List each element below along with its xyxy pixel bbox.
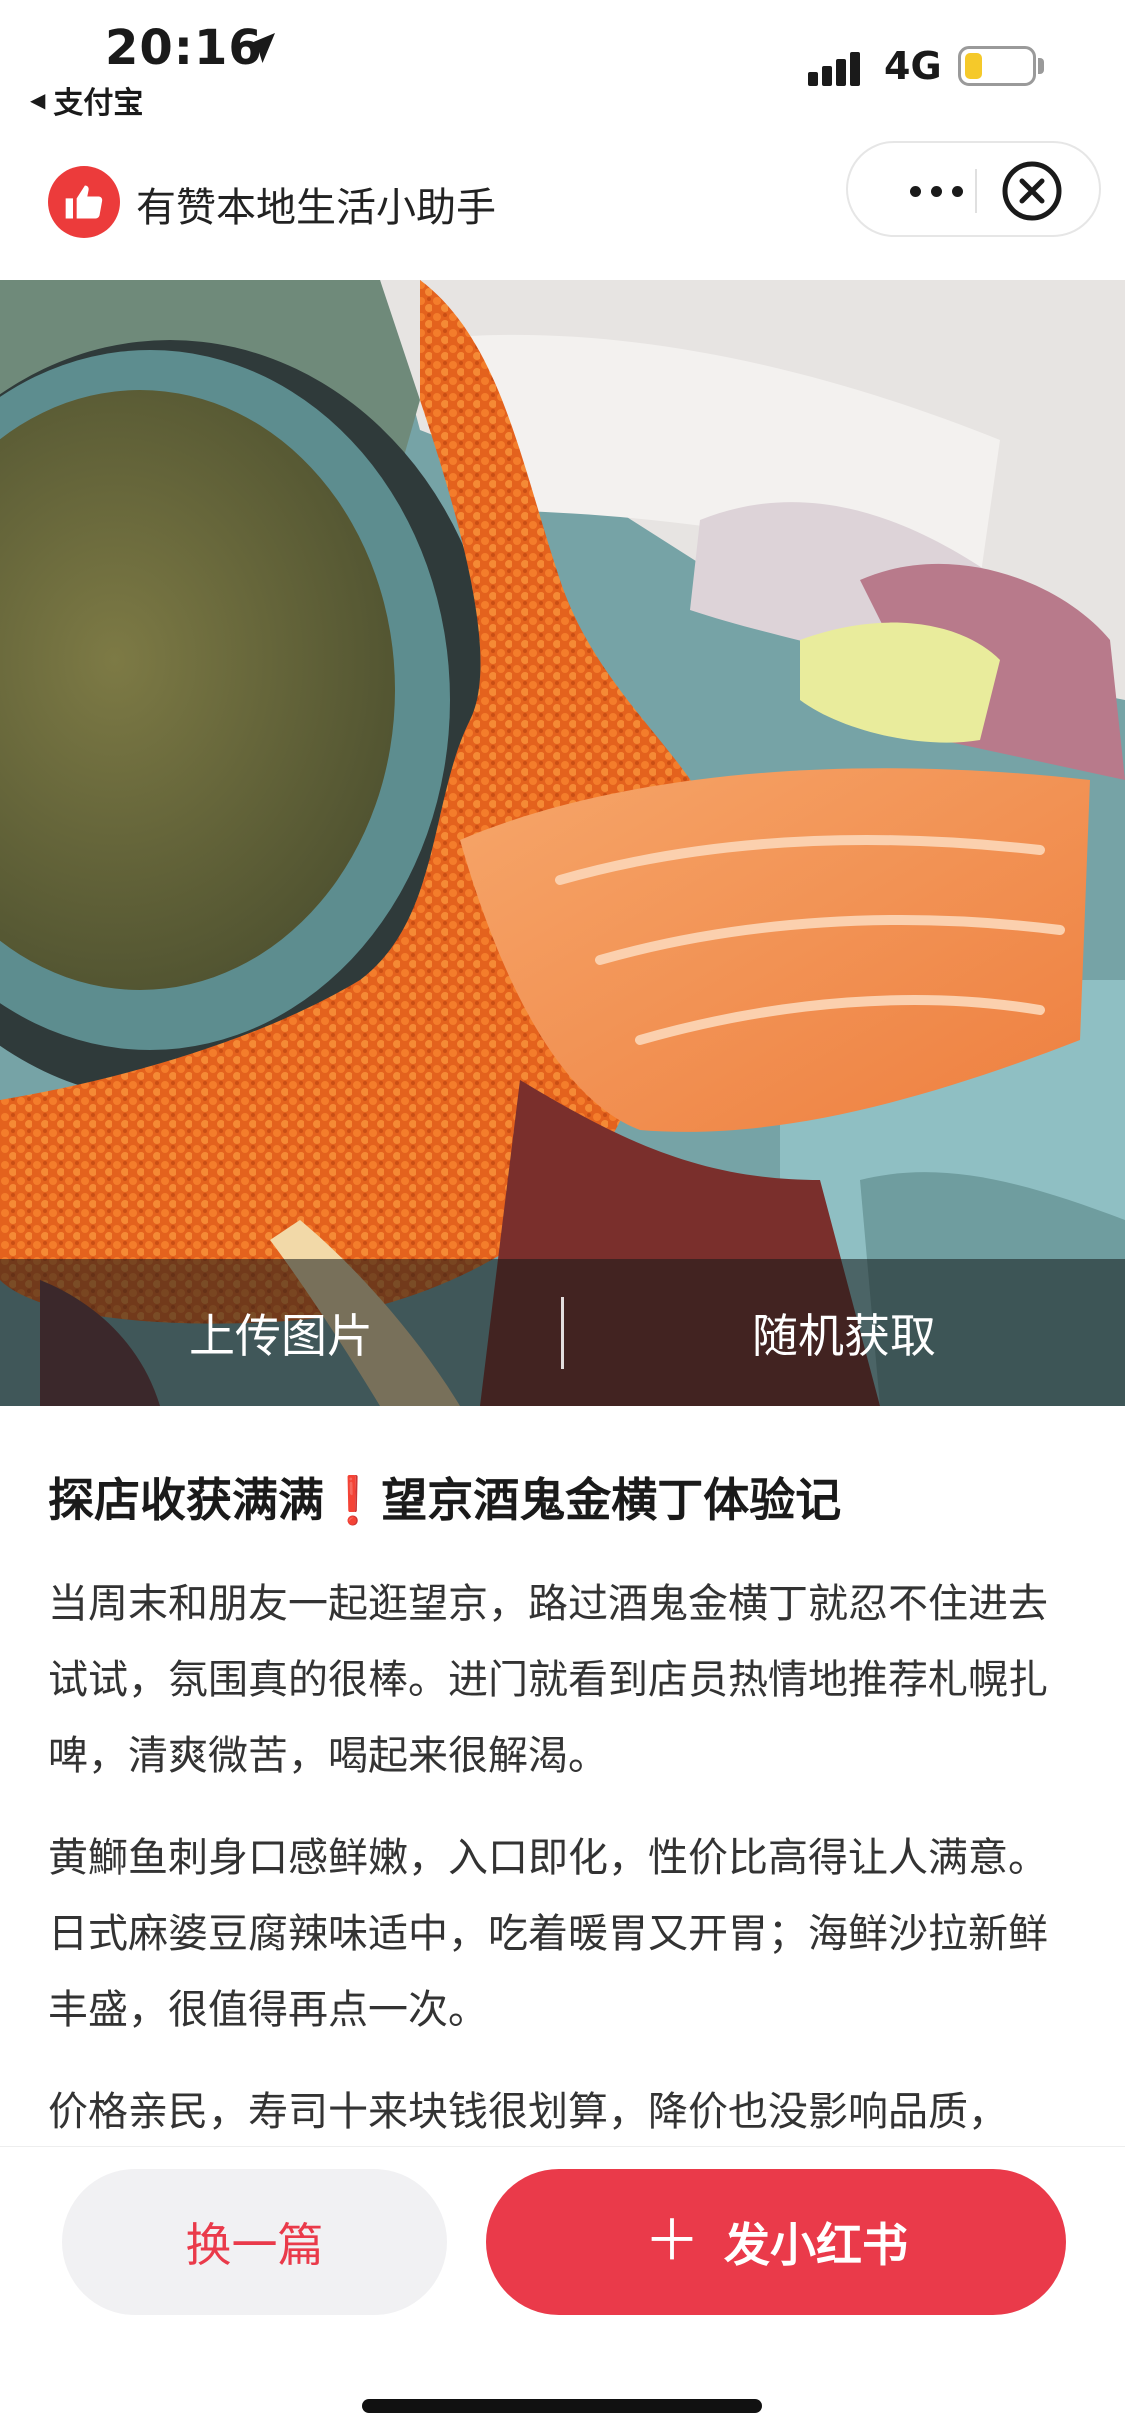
article-paragraph: 黄鰤鱼刺身口感鲜嫩，入口即化，性价比高得让人满意。日式麻婆豆腐辣味适中，吃着暖胃… [48, 1835, 1048, 2033]
home-indicator[interactable] [362, 2399, 762, 2413]
capsule-divider [975, 169, 977, 213]
battery-icon [958, 46, 1036, 86]
article-viewport[interactable]: 探店收获满满❗️望京酒鬼金横丁体验记 当周末和朋友一起逛望京，路过酒鬼金横丁就忍… [0, 1406, 1125, 2146]
post-button-label: 发小红书 [724, 2218, 908, 2272]
hero-food-image: 上传图片 随机获取 [0, 280, 1125, 1406]
bottom-action-bar: 换一篇 ＋ 发小红书 [0, 2146, 1125, 2436]
capsule-menu [846, 141, 1101, 237]
battery-level-fill [965, 53, 982, 79]
mini-program-navbar: 有赞本地生活小助手 [0, 125, 1125, 280]
network-type: 4G [884, 44, 942, 88]
thumbs-up-icon [48, 166, 120, 238]
signal-strength-icon [808, 48, 870, 86]
article-title: 探店收获满满❗️望京酒鬼金横丁体验记 [48, 1473, 842, 1527]
battery-cap [1038, 58, 1044, 74]
article-paragraph: 当周末和朋友一起逛望京，路过酒鬼金横丁就忍不住进去试试，氛围真的很棒。进门就看到… [48, 1581, 1048, 1779]
close-circle-icon[interactable] [999, 158, 1065, 224]
post-xiaohongshu-button[interactable]: ＋ 发小红书 [486, 2169, 1066, 2315]
article-content: 探店收获满满❗️望京酒鬼金横丁体验记 当周末和朋友一起逛望京，路过酒鬼金横丁就忍… [48, 1460, 1078, 2146]
back-app-label: 支付宝 [53, 86, 144, 121]
back-to-app-link[interactable]: ◀ 支付宝 [30, 78, 143, 122]
random-fetch-button[interactable]: 随机获取 [563, 1259, 1125, 1406]
more-dots-icon[interactable] [886, 171, 986, 211]
article-paragraph: 价格亲民，寿司十来块钱很划算，降价也没影响品质， [48, 2089, 1008, 2135]
mini-program-title: 有赞本地生活小助手 [136, 185, 496, 231]
location-arrow-icon [245, 33, 275, 63]
image-action-bar: 上传图片 随机获取 [0, 1259, 1125, 1406]
switch-article-button[interactable]: 换一篇 [62, 2169, 447, 2315]
food-photo [0, 280, 1125, 1406]
status-bar: 20:16 ◀ 支付宝 4G [0, 0, 1125, 125]
plus-icon: ＋ [644, 2209, 700, 2274]
back-triangle-icon: ◀ [30, 88, 46, 112]
upload-image-button[interactable]: 上传图片 [0, 1259, 562, 1406]
